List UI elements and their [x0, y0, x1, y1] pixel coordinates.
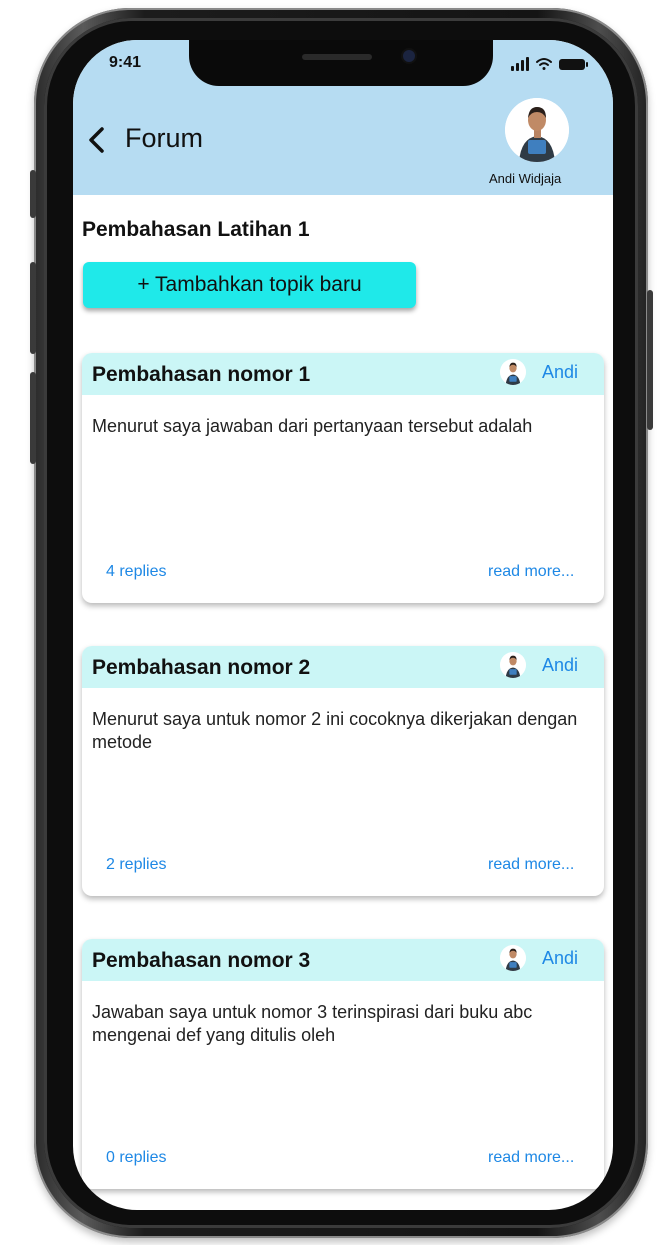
replies-link[interactable]: 0 replies	[106, 1149, 166, 1167]
chevron-left-icon	[89, 127, 104, 153]
volume-down-button	[30, 372, 36, 464]
back-button[interactable]	[85, 125, 109, 155]
volume-up-button	[30, 262, 36, 354]
user-photo-icon	[505, 98, 569, 162]
status-time: 9:41	[109, 54, 142, 71]
topic-preview: Menurut saya untuk nomor 2 ini cocoknya …	[92, 709, 578, 752]
author-avatar	[500, 652, 526, 678]
phone-screen: 9:41 Forum Andi Widjaja Pembahasan Latih…	[73, 40, 613, 1210]
topic-preview: Jawaban saya untuk nomor 3 terinspirasi …	[92, 1002, 533, 1045]
topic-card[interactable]: Pembahasan nomor 3 Andi Jawaban saya unt…	[82, 939, 604, 1189]
author-avatar	[500, 945, 526, 971]
author-photo-icon	[500, 652, 526, 678]
card-header: Pembahasan nomor 3 Andi	[82, 939, 604, 981]
read-more-link[interactable]: read more...	[488, 1149, 574, 1167]
battery-icon	[559, 59, 588, 70]
topic-title: Pembahasan nomor 3	[92, 949, 311, 972]
author-photo-icon	[500, 359, 526, 385]
author-name[interactable]: Andi	[542, 362, 578, 383]
user-avatar[interactable]	[505, 98, 569, 162]
cellular-signal-icon	[511, 57, 529, 71]
read-more-link[interactable]: read more...	[488, 563, 574, 581]
author-photo-icon	[500, 945, 526, 971]
replies-link[interactable]: 4 replies	[106, 563, 166, 581]
user-name: Andi Widjaja	[489, 171, 562, 186]
front-camera	[403, 50, 415, 62]
page-title: Forum	[125, 123, 204, 153]
topic-title: Pembahasan nomor 2	[92, 656, 311, 679]
wifi-icon	[536, 58, 552, 70]
author-name[interactable]: Andi	[542, 948, 578, 969]
topic-card[interactable]: Pembahasan nomor 2 Andi Menurut saya unt…	[82, 646, 604, 896]
card-header: Pembahasan nomor 1 Andi	[82, 353, 604, 395]
card-header: Pembahasan nomor 2 Andi	[82, 646, 604, 688]
notch	[189, 40, 493, 86]
silent-switch	[30, 170, 36, 218]
read-more-link[interactable]: read more...	[488, 856, 574, 874]
speaker-grille	[302, 54, 372, 60]
replies-link[interactable]: 2 replies	[106, 856, 166, 874]
status-icons	[511, 56, 611, 72]
add-topic-button[interactable]: + Tambahkan topik baru	[83, 262, 416, 308]
topic-title: Pembahasan nomor 1	[92, 363, 311, 386]
author-avatar	[500, 359, 526, 385]
author-name[interactable]: Andi	[542, 655, 578, 676]
topic-preview: Menurut saya jawaban dari pertanyaan ter…	[92, 416, 533, 436]
power-button	[647, 290, 653, 430]
topic-card[interactable]: Pembahasan nomor 1 Andi Menurut saya jaw…	[82, 353, 604, 603]
section-title: Pembahasan Latihan 1	[82, 218, 310, 241]
